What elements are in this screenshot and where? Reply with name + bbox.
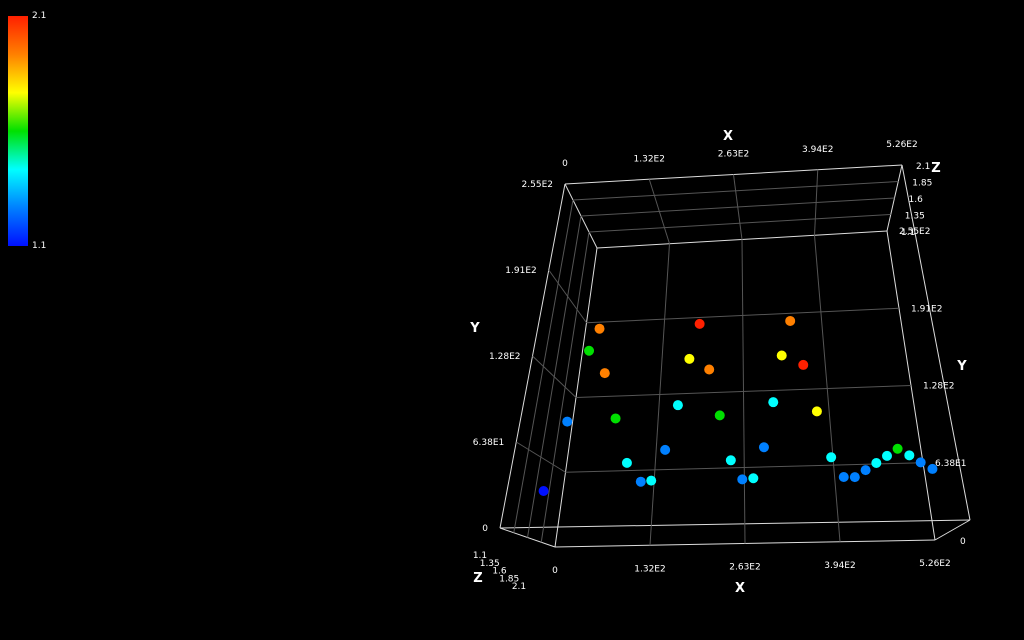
- y-tick-label-right: 1.28E2: [923, 382, 954, 392]
- data-point: [714, 410, 725, 421]
- x-tick-label-top: 5.26E2: [886, 140, 917, 150]
- data-point: [768, 397, 779, 408]
- y-tick-label-right: 6.38E1: [935, 459, 966, 469]
- data-point: [860, 465, 871, 476]
- grid-z-top: [580, 197, 895, 217]
- data-point: [785, 315, 796, 326]
- y-tick-label-right-zero: 0: [960, 537, 966, 547]
- x-tick-label: 5.26E2: [919, 559, 950, 569]
- data-point: [694, 318, 705, 329]
- data-point: [621, 457, 632, 468]
- y-axis-title: Y: [469, 321, 480, 336]
- data-point: [737, 474, 748, 485]
- z-axis-title-top: Z: [931, 161, 940, 176]
- y-tick-label-right: 1.91E2: [911, 304, 942, 314]
- data-point: [599, 368, 610, 379]
- data-point: [704, 364, 715, 375]
- data-point: [538, 485, 549, 496]
- y-tick-label: 0: [482, 524, 488, 534]
- x-tick-label-top: 0: [562, 159, 568, 169]
- data-point: [725, 455, 736, 466]
- y-tick-label: 6.38E1: [473, 438, 504, 448]
- y-tick-label: 1.91E2: [505, 266, 536, 276]
- data-point: [672, 400, 683, 411]
- x-tick-label: 0: [552, 566, 558, 576]
- z-tick-label-top: 1.6: [909, 195, 924, 205]
- data-point: [826, 452, 837, 463]
- data-point: [610, 413, 621, 424]
- y-axis-title-right: Y: [956, 359, 967, 374]
- x-axis-title: X: [735, 581, 745, 596]
- x-tick-label-top: 3.94E2: [802, 145, 833, 155]
- x-tick-label-top: 2.63E2: [718, 150, 749, 160]
- z-tick-label: 2.1: [512, 582, 526, 592]
- x-tick-label: 2.63E2: [729, 563, 760, 573]
- back-edge-bottom: [499, 519, 971, 529]
- data-point: [660, 444, 671, 455]
- data-point: [811, 406, 822, 417]
- data-point: [748, 473, 759, 484]
- data-point: [904, 450, 915, 461]
- data-point: [758, 442, 769, 453]
- z-tick-label-top: 2.1: [916, 162, 930, 172]
- x-tick-label-top: 1.32E2: [634, 154, 665, 164]
- data-point: [849, 472, 860, 483]
- grid-z-left: [527, 215, 582, 538]
- z-tick-label-top: 1.1: [901, 228, 915, 238]
- data-point: [798, 359, 809, 370]
- 3d-scatter-plot[interactable]: 0 1.32E2 2.63E2 3.94E2 5.26E2 0 1.32E2 2.63E2 3.…: [0, 0, 1024, 640]
- data-point: [881, 450, 892, 461]
- data-point: [871, 458, 882, 469]
- data-point: [562, 416, 573, 427]
- data-point: [635, 476, 646, 487]
- data-point: [776, 350, 787, 361]
- x-tick-label: 3.94E2: [824, 561, 855, 571]
- data-points: [538, 315, 938, 496]
- data-point: [838, 471, 849, 482]
- data-point: [584, 345, 595, 356]
- grid-z-top: [588, 214, 891, 233]
- z-tick-label-top: 1.85: [912, 179, 932, 189]
- x-axis-title-top: X: [723, 129, 733, 144]
- grid-z-left: [540, 231, 590, 543]
- x-tick-label: 1.32E2: [634, 564, 665, 574]
- data-point: [684, 353, 695, 364]
- y-tick-label: 2.55E2: [522, 180, 553, 190]
- data-point: [594, 323, 605, 334]
- y-tick-label: 1.28E2: [489, 352, 520, 362]
- grid-z-top: [572, 181, 899, 201]
- z-tick-label-top: 1.35: [905, 212, 925, 222]
- axes-frame: [499, 164, 971, 548]
- data-point: [892, 443, 903, 454]
- z-axis-title: Z: [473, 571, 482, 586]
- data-point: [646, 475, 657, 486]
- data-point: [915, 457, 926, 468]
